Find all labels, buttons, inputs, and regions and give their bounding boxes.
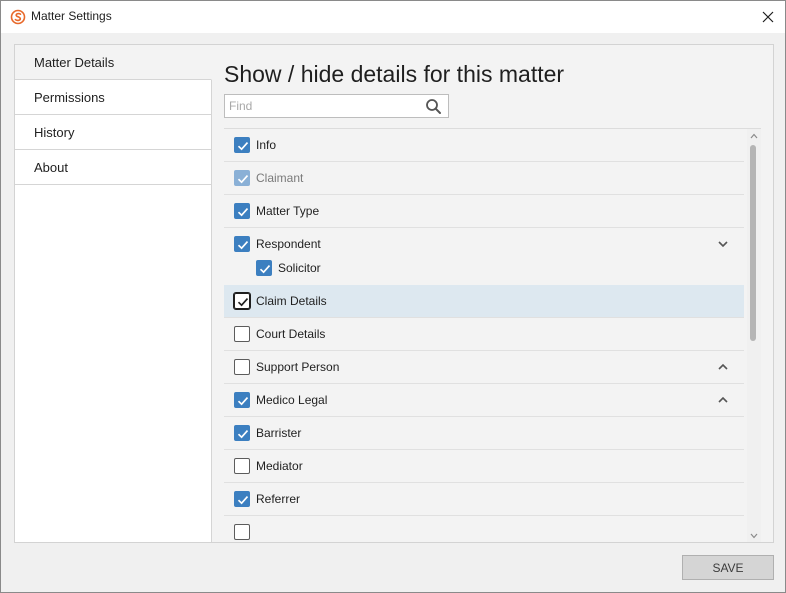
list-item[interactable]: Referrer bbox=[224, 483, 744, 516]
list-item-label: Claimant bbox=[256, 171, 304, 185]
search-box bbox=[224, 94, 449, 118]
details-list: Info Claimant Matter Type Respondent Solicit… bbox=[224, 128, 761, 542]
list-item-label: Court Details bbox=[256, 327, 326, 341]
list-item-label: Medico Legal bbox=[256, 393, 328, 407]
close-icon bbox=[762, 11, 774, 22]
checkbox[interactable] bbox=[234, 359, 250, 375]
list-item-label: Solicitor bbox=[278, 261, 321, 275]
list-item-label: Support Person bbox=[256, 360, 340, 374]
scrollbar-thumb[interactable] bbox=[750, 145, 756, 341]
checkbox[interactable] bbox=[234, 137, 250, 153]
checkbox[interactable] bbox=[234, 236, 250, 252]
checkbox[interactable] bbox=[234, 170, 250, 186]
list-item[interactable]: Info bbox=[224, 129, 744, 162]
list-item[interactable]: Court Details bbox=[224, 318, 744, 351]
app-logo-icon bbox=[10, 9, 26, 25]
list-item[interactable]: Support Person bbox=[224, 351, 744, 384]
checkbox[interactable] bbox=[234, 326, 250, 342]
list-item-label: Mediator bbox=[256, 459, 303, 473]
window-title: Matter Settings bbox=[31, 9, 112, 23]
sidebar-item-history[interactable]: History bbox=[15, 115, 211, 150]
settings-panel: Matter Details Permissions History About… bbox=[14, 44, 774, 543]
sidebar-item-permissions[interactable]: Permissions bbox=[15, 80, 211, 115]
list-item[interactable]: Matter Type bbox=[224, 195, 744, 228]
list-item[interactable]: Mediator bbox=[224, 450, 744, 483]
checkbox[interactable] bbox=[234, 491, 250, 507]
list-item[interactable]: Claimant bbox=[224, 162, 744, 195]
list-item[interactable]: Solicitor bbox=[224, 255, 744, 285]
checkbox[interactable] bbox=[233, 292, 251, 310]
checkbox[interactable] bbox=[234, 203, 250, 219]
sidebar: Matter Details Permissions History About bbox=[15, 45, 212, 542]
list-item-label: Barrister bbox=[256, 426, 302, 440]
chevron-down-icon[interactable] bbox=[716, 237, 730, 251]
list-item-label: Claim Details bbox=[256, 294, 327, 308]
list-item[interactable]: Claim Details bbox=[224, 285, 744, 318]
search-icon[interactable] bbox=[425, 98, 442, 115]
list-item[interactable]: Respondent bbox=[224, 228, 744, 255]
sidebar-item-matter-details[interactable]: Matter Details bbox=[15, 45, 212, 80]
save-button[interactable]: SAVE bbox=[682, 555, 774, 580]
page-title: Show / hide details for this matter bbox=[224, 61, 565, 87]
scroll-up-icon[interactable] bbox=[750, 132, 758, 140]
chevron-up-icon[interactable] bbox=[716, 393, 730, 407]
main-content: Show / hide details for this matter Info… bbox=[224, 45, 764, 542]
list-item-label: Matter Type bbox=[256, 204, 320, 218]
checkbox[interactable] bbox=[256, 260, 272, 276]
checkbox[interactable] bbox=[234, 458, 250, 474]
list-item-label: Info bbox=[256, 138, 277, 152]
sidebar-item-about[interactable]: About bbox=[15, 150, 211, 185]
checkbox[interactable] bbox=[234, 524, 250, 540]
list-item-label: Respondent bbox=[256, 237, 321, 251]
list-item[interactable]: Barrister bbox=[224, 417, 744, 450]
list-item[interactable]: Medico Legal bbox=[224, 384, 744, 417]
list-item-label: Referrer bbox=[256, 492, 301, 506]
close-button[interactable] bbox=[751, 1, 785, 32]
list-item[interactable] bbox=[224, 516, 744, 542]
title-bar: Matter Settings bbox=[1, 1, 785, 33]
matter-settings-window: Matter Settings Matter Details Permissio… bbox=[0, 0, 786, 593]
checkbox[interactable] bbox=[234, 392, 250, 408]
scroll-down-icon[interactable] bbox=[750, 532, 758, 540]
list-scrollbar[interactable] bbox=[747, 129, 761, 542]
chevron-up-icon[interactable] bbox=[716, 360, 730, 374]
search-input[interactable] bbox=[229, 98, 414, 114]
checkbox[interactable] bbox=[234, 425, 250, 441]
